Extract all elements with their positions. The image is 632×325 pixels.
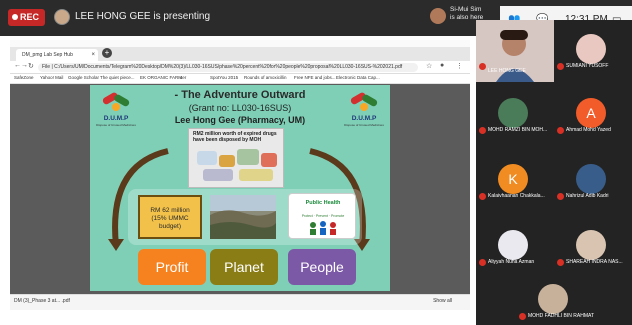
shared-screen: DM_pmg Lab Sep Hub presentatio... × + ← … (10, 40, 470, 310)
slide-lead: Lee Hong Gee (Pharmacy, UM) (174, 115, 306, 125)
landfill-image (210, 195, 276, 239)
browser-tab-bar: DM_pmg Lab Sep Hub presentatio... × + (10, 47, 470, 70)
dump-logo-right: D.U.M.P Dispose of Unused Medicines (344, 89, 384, 129)
profit-box: Profit (138, 249, 206, 285)
participant-tile[interactable]: MOHD FADHLI BIN RAHMAT FAKRI (516, 270, 594, 324)
star-icon[interactable]: ☆ (426, 62, 432, 70)
reload-icon[interactable]: ↻ (28, 62, 34, 70)
bookmark-item[interactable]: SafeZone (14, 75, 34, 80)
bookmark-item[interactable]: Rounds of amoxicillin (244, 75, 287, 80)
show-all-link[interactable]: Show all (433, 298, 452, 304)
slide-grant: (Grant no: LL030-16SUS) (188, 103, 292, 113)
close-icon[interactable]: × (91, 49, 95, 61)
participant-tile[interactable]: Nahrizul Adib Kadri (554, 150, 632, 204)
participant-avatar (576, 164, 606, 194)
people-box: People (288, 249, 356, 285)
participant-name: MOHD RAMZI BIN MOH... (488, 127, 548, 133)
recording-indicator[interactable]: REC (8, 9, 45, 26)
landfill-photo (210, 195, 276, 239)
participant-gallery: LEE HONG GEE SUMIANI YUSOFF MOHD RAMZI BIN… (476, 20, 632, 325)
url-field[interactable]: File | C:/Users/UM/Documents/Telegram%20… (38, 63, 418, 72)
account-icon[interactable]: ● (440, 62, 444, 69)
bookmark-item[interactable]: SpotYou 2015 (210, 75, 238, 80)
planet-box: Planet (210, 249, 278, 285)
bookmark-item[interactable]: Free NFE and jobs... (294, 75, 336, 80)
download-item[interactable]: DM (3)_Phase 3 at... .pdf (14, 298, 70, 304)
participant-name: MOHD FADHLI BIN RAHMAT FAKRI (528, 313, 594, 319)
cost-box: RM 62 million (15% UMMC budget) (138, 195, 202, 239)
bookmark-item[interactable]: Electronic Data Cap... (336, 75, 380, 80)
participant-tile[interactable]: A Ahmad Mohd Yazed (554, 84, 632, 138)
presenter-avatar (54, 9, 70, 25)
new-tab-button[interactable]: + (102, 48, 112, 58)
people-group-icon (310, 221, 336, 235)
participant-avatar (538, 284, 568, 314)
bookmark-item[interactable]: ser (180, 75, 186, 80)
dump-sub: Dispose of Unused Medicines (344, 123, 384, 127)
participant-name: Ahmad Mohd Yazed (566, 127, 611, 133)
pill-logo-icon (102, 92, 130, 111)
bookmark-item[interactable]: The quiet piece... (100, 75, 135, 80)
participant-tile[interactable]: K Kalaivhaanan Chakkala... (476, 150, 554, 204)
expired-drugs-photo: RM2 million worth of expired drugs have … (188, 128, 284, 188)
participant-avatar (576, 230, 606, 260)
participant-avatar (576, 34, 606, 64)
participant-name: Aliyyah Nuha Azman (488, 259, 535, 265)
public-health-sub: Protect · Prevent · Promote (301, 214, 345, 218)
menu-icon[interactable]: ⋮ (456, 62, 463, 70)
participant-avatar (498, 98, 528, 128)
dump-label: D.U.M.P (351, 115, 377, 122)
public-health-label: Public Health (305, 200, 341, 206)
dump-label: D.U.M.P (103, 115, 129, 122)
public-health-logo: Public Health Protect · Prevent · Promot… (288, 193, 356, 239)
zoom-meeting-window: REC LEE HONG GEE is presenting Si-Mui Si… (0, 0, 632, 325)
participant-name: Kalaivhaanan Chakkala... (488, 193, 545, 199)
bookmarks-bar: SafeZone Yahoo! Mail Google Scholar The qui… (10, 74, 470, 84)
participant-avatar: K (498, 164, 528, 194)
record-icon (12, 14, 18, 20)
rec-label: REC (20, 12, 40, 22)
pills-image (193, 145, 281, 185)
downloads-bar: DM (3)_Phase 3 at... .pdf Show all (10, 294, 470, 310)
participant-tile[interactable]: SUMIANI YUSOFF (554, 20, 632, 74)
address-bar: ← → ↻ File | C:/Users/UM/Documents/Teleg… (10, 61, 470, 74)
participant-name: Nahrizul Adib Kadri (566, 193, 609, 199)
slide-title: - The Adventure Outward (174, 89, 306, 101)
presenting-text: LEE HONG GEE is presenting (75, 11, 211, 22)
photo-caption: RM2 million worth of expired drugs have … (193, 131, 277, 143)
participant-tile[interactable]: SHAREAH INDRA NAS... (554, 216, 632, 270)
dump-sub: Dispose of Unused Medicines (96, 123, 136, 127)
bookmark-item[interactable]: EK ORGANIC FARM (140, 75, 182, 80)
browser-tab[interactable]: DM_pmg Lab Sep Hub presentatio... × (16, 49, 98, 70)
slide: D.U.M.P Dispose of Unused Medicines - Th… (90, 85, 390, 291)
pdf-viewer: D.U.M.P Dispose of Unused Medicines - Th… (10, 84, 470, 294)
dump-logo-left: D.U.M.P Dispose of Unused Medicines (96, 89, 136, 129)
active-speaker-avatar (430, 8, 446, 24)
participant-tile[interactable]: MOHD RAMZI BIN MOH... (476, 84, 554, 138)
participant-name: SHAREAH INDRA NAS... (566, 259, 623, 265)
cost-text: RM 62 million (15% UMMC budget) (150, 207, 190, 230)
participant-name: LEE HONG GEE (488, 68, 526, 74)
back-icon[interactable]: ← (14, 62, 21, 69)
participant-tile[interactable]: Aliyyah Nuha Azman (476, 216, 554, 270)
participant-tile[interactable]: LEE HONG GEE (476, 20, 554, 82)
speaker-name: Si-Mui Sim (450, 6, 482, 13)
pill-logo-icon (350, 92, 378, 111)
participant-name: SUMIANI YUSOFF (566, 63, 609, 69)
participant-avatar: A (576, 98, 606, 128)
participant-avatar (498, 230, 528, 260)
forward-icon[interactable]: → (21, 62, 28, 69)
bookmark-item[interactable]: Yahoo! Mail (40, 75, 63, 80)
bookmark-item[interactable]: Google Scholar (68, 75, 99, 80)
